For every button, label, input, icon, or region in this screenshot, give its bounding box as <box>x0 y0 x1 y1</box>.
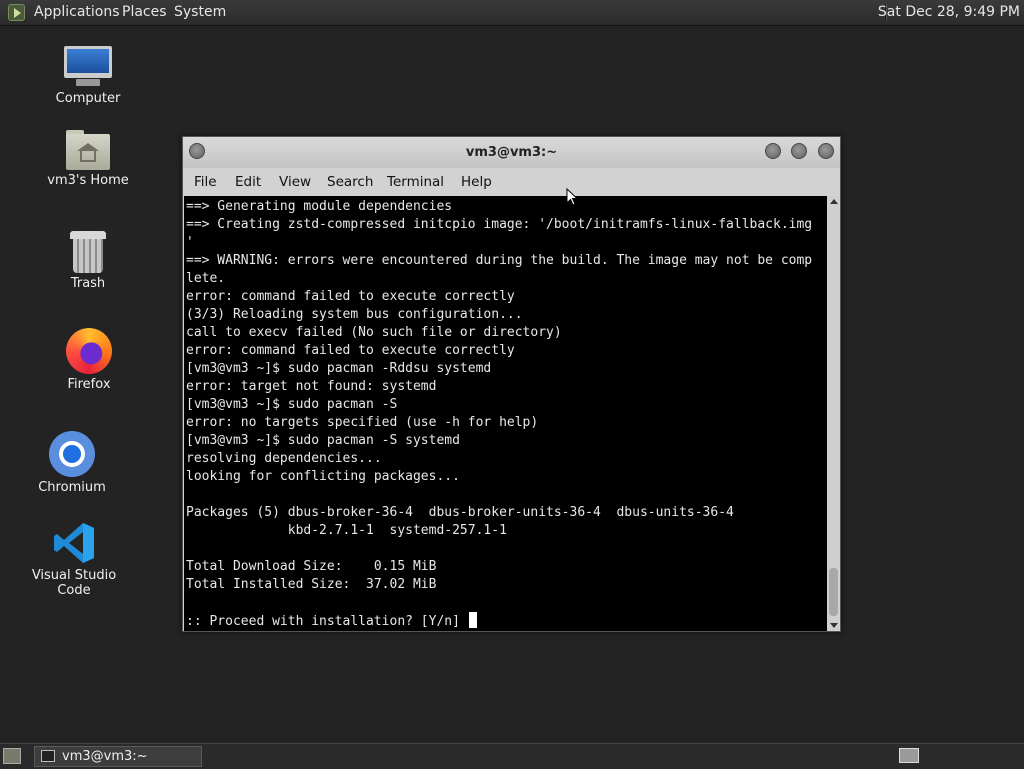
desktop-icon-vscode[interactable]: Visual Studio Code <box>19 521 129 598</box>
menu-terminal[interactable]: Terminal <box>387 168 444 196</box>
menu-search[interactable]: Search <box>327 168 373 196</box>
menu-edit[interactable]: Edit <box>235 168 261 196</box>
applications-menu-icon[interactable] <box>8 4 25 21</box>
firefox-icon <box>66 328 112 374</box>
terminal-line: error: no targets specified (use -h for … <box>186 415 539 430</box>
terminal-line: ==> Generating module dependencies <box>186 199 453 214</box>
clock[interactable]: Sat Dec 28, 9:49 PM <box>878 0 1020 25</box>
terminal-line: Total Download Size: 0.15 MiB <box>186 559 437 574</box>
vscode-icon <box>52 521 96 565</box>
desktop-icon-computer[interactable]: Computer <box>33 46 143 106</box>
terminal-line: error: command failed to execute correct… <box>186 343 515 358</box>
desktop-icon-label: Trash <box>70 276 106 291</box>
window-titlebar[interactable]: vm3@vm3:~ <box>183 137 840 168</box>
terminal-line: resolving dependencies... <box>186 451 382 466</box>
desktop-icon-label: Chromium <box>38 480 106 495</box>
desktop-icon-label: vm3's Home <box>47 173 129 188</box>
terminal-line: [vm3@vm3 ~]$ sudo pacman -S systemd <box>186 433 460 448</box>
terminal-line: error: target not found: systemd <box>186 379 437 394</box>
terminal-menubar: File Edit View Search Terminal Help <box>183 168 840 196</box>
terminal-line: (3/3) Reloading system bus configuration… <box>186 307 523 322</box>
desktop-icon-chromium[interactable]: Chromium <box>17 431 127 495</box>
terminal-line: ==> WARNING: errors were encountered dur… <box>186 253 813 268</box>
terminal-line: ==> Creating zstd-compressed initcpio im… <box>186 217 813 232</box>
scrollbar-thumb[interactable] <box>829 568 838 616</box>
bottom-panel: vm3@vm3:~ <box>0 743 1024 769</box>
trash-icon <box>70 231 106 273</box>
desktop-icon-home[interactable]: vm3's Home <box>33 130 143 188</box>
chromium-icon <box>49 431 95 477</box>
terminal-line: kbd-2.7.1-1 systemd-257.1-1 <box>186 523 507 538</box>
terminal-line: [vm3@vm3 ~]$ sudo pacman -S <box>186 397 398 412</box>
terminal-output[interactable]: ==> Generating module dependencies ==> C… <box>184 196 827 631</box>
workspace-switcher-icon[interactable] <box>899 748 919 763</box>
menu-view[interactable]: View <box>279 168 311 196</box>
scroll-up-arrow-icon[interactable] <box>830 199 838 204</box>
top-panel: Applications Places System Sat Dec 28, 9… <box>0 0 1024 26</box>
system-menu[interactable]: System <box>174 0 226 25</box>
places-menu[interactable]: Places <box>122 0 167 25</box>
scroll-down-arrow-icon[interactable] <box>830 623 838 628</box>
window-title: vm3@vm3:~ <box>465 145 558 160</box>
menu-help[interactable]: Help <box>461 168 492 196</box>
menu-file[interactable]: File <box>194 168 217 196</box>
terminal-line: error: command failed to execute correct… <box>186 289 515 304</box>
mouse-pointer-icon <box>566 188 578 206</box>
terminal-line: call to execv failed (No such file or di… <box>186 325 562 340</box>
taskbar-window-label: vm3@vm3:~ <box>62 749 148 764</box>
desktop-icon-label: Firefox <box>67 377 111 392</box>
close-button[interactable] <box>818 143 834 159</box>
desktop-icon-trash[interactable]: Trash <box>33 231 143 291</box>
desktop-icon-label: Visual Studio Code <box>31 568 117 598</box>
desktop-icon-label: Computer <box>55 91 121 106</box>
text-cursor <box>468 612 477 628</box>
terminal-line: ' <box>186 235 194 250</box>
maximize-button[interactable] <box>791 143 807 159</box>
terminal-text: ==> Generating module dependencies ==> C… <box>184 196 827 631</box>
applications-menu[interactable]: Applications <box>34 0 120 25</box>
taskbar-window-button[interactable]: vm3@vm3:~ <box>34 746 202 767</box>
terminal-window[interactable]: vm3@vm3:~ File Edit View Search Terminal… <box>182 136 841 632</box>
terminal-line: lete. <box>186 271 226 286</box>
desktop-icon-firefox[interactable]: Firefox <box>34 328 144 392</box>
terminal-line: Total Installed Size: 37.02 MiB <box>186 577 437 592</box>
terminal-line: looking for conflicting packages... <box>186 469 460 484</box>
show-desktop-icon[interactable] <box>3 748 21 764</box>
terminal-line: Packages (5) dbus-broker-36-4 dbus-broke… <box>186 505 734 520</box>
terminal-line: :: Proceed with installation? [Y/n] <box>186 614 468 629</box>
minimize-button[interactable] <box>765 143 781 159</box>
terminal-icon <box>41 750 55 762</box>
home-folder-icon <box>66 130 110 170</box>
terminal-line: [vm3@vm3 ~]$ sudo pacman -Rddsu systemd <box>186 361 492 376</box>
computer-icon <box>64 46 112 88</box>
vertical-scrollbar[interactable] <box>828 196 839 631</box>
